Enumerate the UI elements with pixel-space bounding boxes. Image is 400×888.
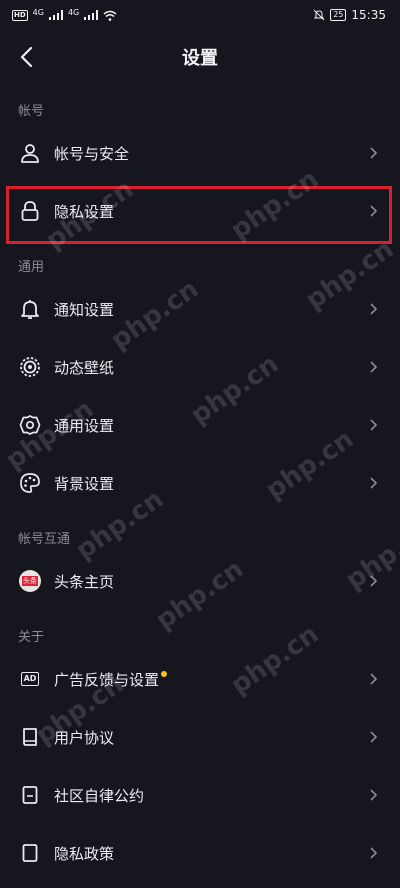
chevron-right-icon: [370, 847, 378, 859]
chevron-right-icon: [370, 731, 378, 743]
toutiao-icon: 头条: [18, 569, 42, 593]
chevron-right-icon: [370, 789, 378, 801]
settings-row-user-agreement[interactable]: 用户协议: [0, 708, 400, 766]
page-title: 设置: [182, 48, 218, 69]
notification-dot: [161, 670, 168, 677]
settings-row-community-guidelines[interactable]: 社区自律公约: [0, 766, 400, 824]
settings-row-wallpaper[interactable]: 动态壁纸: [0, 338, 400, 396]
settings-row-notifications[interactable]: 通知设置: [0, 280, 400, 338]
section-label-account: 帐号: [18, 104, 45, 119]
back-arrow-icon: [20, 46, 33, 68]
settings-row-account-security[interactable]: 帐号与安全: [0, 124, 400, 182]
row-label: 通用设置: [54, 416, 115, 435]
gear-icon: [18, 413, 42, 437]
lock-icon: [18, 199, 42, 223]
battery-indicator: 25: [330, 9, 347, 21]
network-label-2: 4G: [67, 7, 80, 17]
status-bar: HD 4G 4G 25 15:35: [0, 0, 400, 30]
chevron-right-icon: [370, 419, 378, 431]
row-label: 社区自律公约: [54, 786, 145, 805]
row-label: 用户协议: [54, 728, 115, 747]
row-label: 动态壁纸: [54, 358, 115, 377]
section-label-general: 通用: [18, 260, 45, 275]
row-label: 帐号与安全: [54, 144, 130, 163]
row-label: 隐私设置: [54, 202, 115, 221]
row-label: 广告反馈与设置: [54, 669, 368, 690]
settings-row-privacy-policy[interactable]: 隐私政策: [0, 824, 400, 882]
privacy-icon: [18, 841, 42, 865]
bell-icon: [18, 297, 42, 321]
chevron-right-icon: [370, 147, 378, 159]
chevron-right-icon: [370, 575, 378, 587]
person-icon: [18, 141, 42, 165]
document-icon: [18, 783, 42, 807]
toutiao-badge: 头条: [22, 576, 38, 586]
clock: 15:35: [351, 8, 386, 22]
chevron-right-icon: [370, 361, 378, 373]
signal-icon: [48, 10, 63, 20]
back-button[interactable]: [10, 41, 42, 73]
row-label: 背景设置: [54, 474, 115, 493]
section-label-linked-accounts: 帐号互通: [18, 532, 71, 547]
chevron-right-icon: [370, 303, 378, 315]
row-label: 隐私政策: [54, 844, 115, 863]
network-label: 4G: [32, 7, 44, 17]
wifi-icon: [103, 10, 117, 21]
row-label: 通知设置: [54, 300, 115, 319]
header: 设置: [0, 30, 400, 84]
chevron-right-icon: [370, 477, 378, 489]
settings-row-ad-feedback[interactable]: AD 广告反馈与设置: [0, 650, 400, 708]
settings-row-privacy[interactable]: 隐私设置: [0, 182, 400, 240]
palette-icon: [18, 471, 42, 495]
row-label: 头条主页: [54, 572, 115, 591]
settings-row-background[interactable]: 背景设置: [0, 454, 400, 512]
chevron-right-icon: [370, 205, 378, 217]
ad-badge: AD: [20, 672, 40, 686]
signal-icon-2: [84, 10, 99, 20]
wallpaper-icon: [18, 355, 42, 379]
chevron-right-icon: [370, 673, 378, 685]
settings-row-toutiao[interactable]: 头条 头条主页: [0, 552, 400, 610]
section-label-about: 关于: [18, 630, 45, 645]
settings-row-general[interactable]: 通用设置: [0, 396, 400, 454]
book-icon: [18, 725, 42, 749]
ad-icon: AD: [18, 667, 42, 691]
hd-badge: HD: [12, 9, 28, 21]
mute-icon: [313, 9, 325, 21]
